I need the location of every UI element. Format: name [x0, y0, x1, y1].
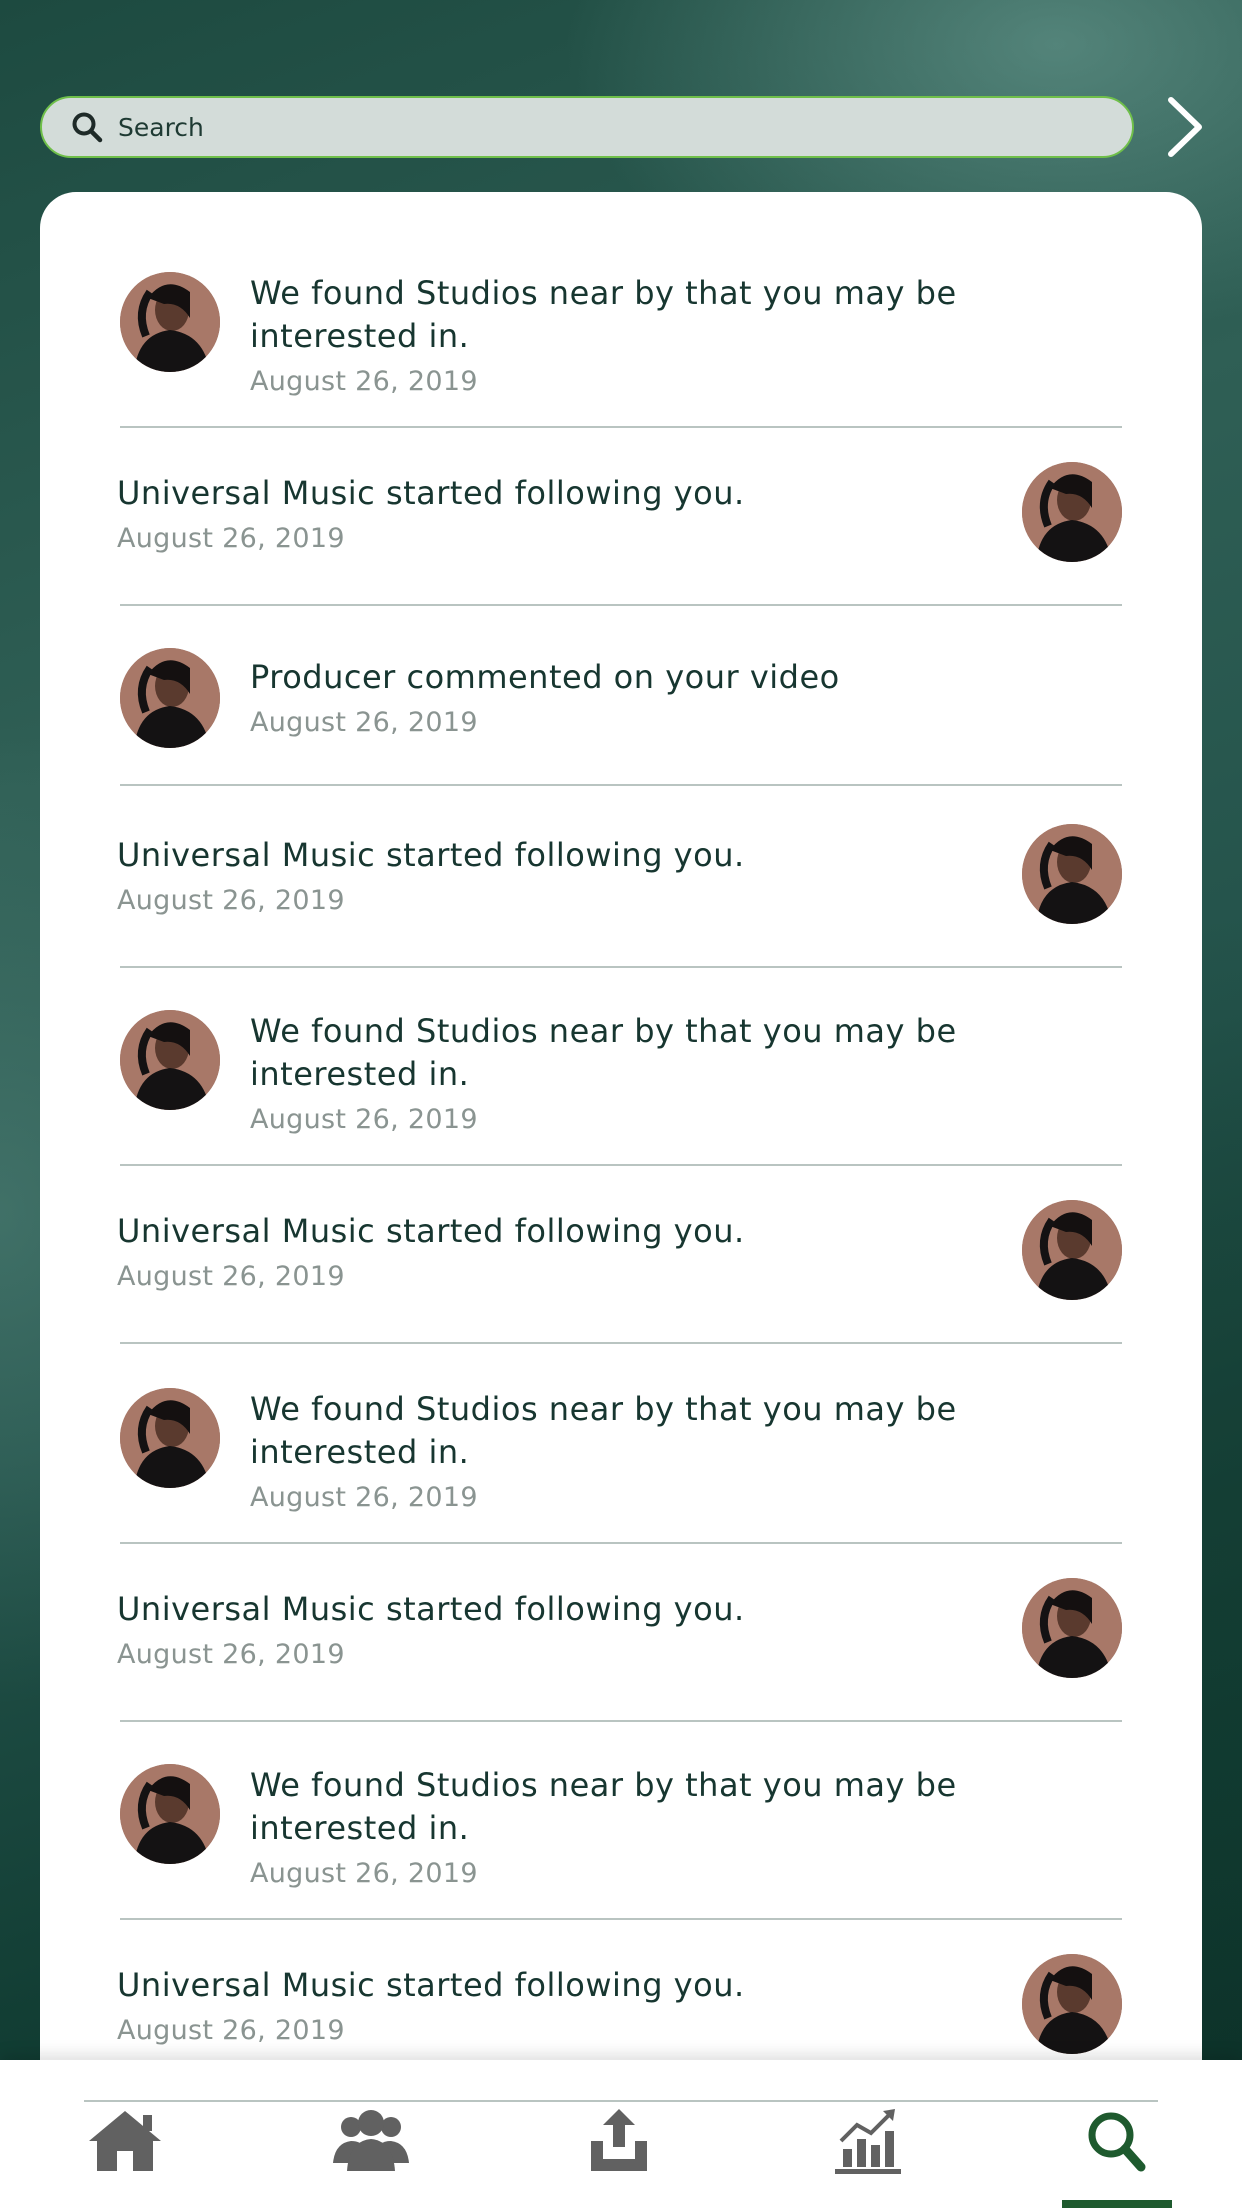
notification-message: We found Studios near by that you may be… [250, 1766, 957, 1847]
avatar [120, 1388, 220, 1488]
upload-icon [591, 2109, 647, 2171]
notification-item[interactable]: We found Studios near by that you may be… [120, 1764, 1122, 1920]
notification-date: August 26, 2019 [250, 1104, 478, 1135]
avatar [1022, 462, 1122, 562]
avatar [1022, 1954, 1122, 2054]
active-tab-indicator [1062, 2200, 1172, 2208]
stats-icon [835, 2109, 901, 2174]
notification-item[interactable]: Universal Music started following you. A… [117, 1954, 1122, 2060]
notification-date: August 26, 2019 [117, 523, 345, 554]
notification-message: Universal Music started following you. [117, 474, 745, 512]
notification-date: August 26, 2019 [250, 366, 478, 397]
avatar [1022, 824, 1122, 924]
avatar [1022, 1578, 1122, 1678]
notification-message: Producer commented on your video [250, 658, 840, 696]
avatar [120, 648, 220, 748]
nav-search[interactable] [1062, 2100, 1172, 2180]
avatar [1022, 1200, 1122, 1300]
nav-users[interactable] [316, 2100, 426, 2180]
avatar [120, 1010, 220, 1110]
nav-upload[interactable] [564, 2100, 674, 2180]
notification-date: August 26, 2019 [250, 707, 478, 738]
notification-message: Universal Music started following you. [117, 1590, 745, 1628]
notification-item[interactable]: We found Studios near by that you may be… [120, 1010, 1122, 1166]
notification-message: Universal Music started following you. [117, 1212, 745, 1250]
home-icon [89, 2111, 161, 2171]
notification-date: August 26, 2019 [250, 1482, 478, 1513]
nav-home[interactable] [70, 2100, 180, 2180]
bottom-nav [0, 2060, 1242, 2208]
notification-message: Universal Music started following you. [117, 1966, 745, 2004]
avatar [120, 272, 220, 372]
notification-date: August 26, 2019 [117, 1261, 345, 1292]
notification-date: August 26, 2019 [117, 2015, 345, 2046]
users-icon [333, 2110, 409, 2171]
notification-item[interactable]: Producer commented on your video August … [120, 648, 1122, 786]
search-icon [72, 112, 103, 143]
notification-message: We found Studios near by that you may be… [250, 274, 957, 355]
avatar [120, 1764, 220, 1864]
notification-item[interactable]: Universal Music started following you. A… [117, 1578, 1122, 1722]
notification-list: We found Studios near by that you may be… [40, 192, 1202, 2060]
notification-message: Universal Music started following you. [117, 836, 745, 874]
notification-item[interactable]: Universal Music started following you. A… [117, 824, 1122, 968]
notification-date: August 26, 2019 [117, 1639, 345, 1670]
notification-message: We found Studios near by that you may be… [250, 1012, 957, 1093]
search-input[interactable]: Search [40, 96, 1134, 158]
next-button[interactable] [1162, 94, 1208, 160]
search-placeholder: Search [118, 112, 204, 142]
notification-message: We found Studios near by that you may be… [250, 1390, 957, 1471]
notification-item[interactable]: Universal Music started following you. A… [117, 1200, 1122, 1344]
search-icon [1088, 2112, 1146, 2172]
notification-date: August 26, 2019 [117, 885, 345, 916]
notification-item[interactable]: We found Studios near by that you may be… [120, 272, 1122, 428]
chevron-right-icon [1168, 97, 1202, 157]
nav-stats[interactable] [812, 2100, 922, 2180]
notification-item[interactable]: Universal Music started following you. A… [117, 462, 1122, 606]
notification-date: August 26, 2019 [250, 1858, 478, 1889]
notification-item[interactable]: We found Studios near by that you may be… [120, 1388, 1122, 1544]
